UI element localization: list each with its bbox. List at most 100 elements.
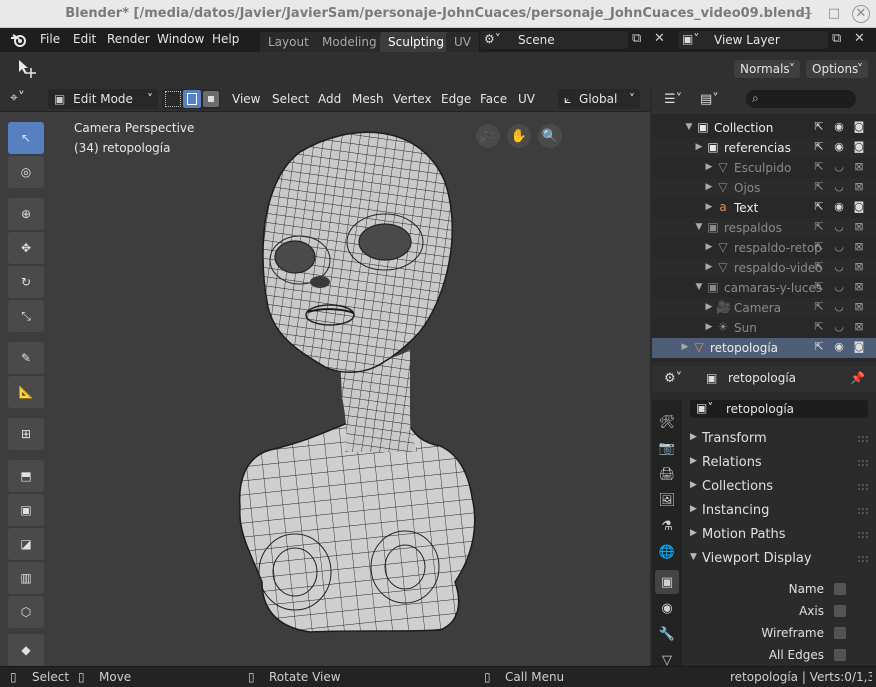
panel-instancing[interactable]: ▶ Instancing (684, 500, 876, 522)
outliner-row[interactable]: ▶ a Text ⇱ ◉ ◙ (652, 198, 876, 218)
transform-tool-icon[interactable]: ✥ (8, 232, 44, 264)
outliner-row[interactable]: ▼ ▣ Collection ⇱ ◉ ◙ (652, 118, 876, 138)
close-icon[interactable]: ✕ (852, 5, 870, 23)
measure-tool-icon[interactable]: 📐 (8, 376, 44, 408)
render-camera-icon[interactable]: ⊠ (852, 260, 866, 274)
menu-view[interactable]: View (232, 92, 260, 106)
select-toggle-icon[interactable]: ⇱ (812, 340, 826, 354)
outliner-row[interactable]: ▶ ▽ respaldo-video ⇱ ◡ ⊠ (652, 258, 876, 278)
visibility-eye-icon[interactable]: ◡ (832, 240, 846, 254)
outliner-row[interactable]: ▶ ▽ Ojos ⇱ ◡ ⊠ (652, 178, 876, 198)
active-tool-icon[interactable] (16, 58, 38, 80)
render-camera-icon[interactable]: ◙ (852, 340, 866, 354)
render-camera-icon[interactable]: ⊠ (852, 220, 866, 234)
expand-icon[interactable]: ▶ (692, 140, 706, 154)
expand-icon[interactable]: ▶ (702, 160, 716, 174)
move-tool-icon[interactable]: ⊕ (8, 198, 44, 230)
select-box-tool-icon[interactable]: ↖ (8, 122, 44, 154)
vertex-select-icon[interactable] (165, 91, 181, 107)
visibility-eye-icon[interactable]: ◉ (832, 200, 846, 214)
expand-icon[interactable]: ▶ (702, 180, 716, 194)
expand-icon[interactable]: ▼ (682, 120, 696, 134)
name-checkbox[interactable] (834, 583, 846, 595)
expand-icon[interactable]: ▶ (678, 340, 692, 354)
outliner-row[interactable]: ▶ ▽ retopología ⇱ ◉ ◙ (652, 338, 876, 358)
render-camera-icon[interactable]: ◙ (852, 120, 866, 134)
expand-icon[interactable]: ▼ (692, 280, 706, 294)
tab-layout[interactable]: Layout (260, 32, 317, 52)
render-camera-icon[interactable]: ⊠ (852, 320, 866, 334)
menu-file[interactable]: File (40, 32, 60, 46)
visibility-eye-icon[interactable]: ◡ (832, 300, 846, 314)
menu-uv[interactable]: UV (518, 92, 535, 106)
expand-icon[interactable]: ▶ (702, 240, 716, 254)
minimize-icon[interactable]: — (798, 6, 814, 22)
new-view-layer-icon[interactable]: ⧉ (832, 31, 841, 46)
cursor-tool-icon[interactable]: ◎ (8, 156, 44, 188)
add-cube-tool-icon[interactable]: ⊞ (8, 418, 44, 450)
axis-checkbox[interactable] (834, 605, 846, 617)
select-toggle-icon[interactable]: ⇱ (812, 300, 826, 314)
panel-viewport-display[interactable]: ▼ Viewport Display (684, 548, 876, 570)
select-toggle-icon[interactable]: ⇱ (812, 320, 826, 334)
mode-dropdown[interactable]: ▣ Edit Mode ˅ (48, 89, 158, 109)
properties-editor-icon[interactable]: ⚙˅ (664, 371, 682, 386)
drag-grip-icon[interactable] (858, 484, 868, 490)
tab-sculpting[interactable]: Sculpting (380, 32, 453, 52)
annotate-tool-icon[interactable]: ✎ (8, 342, 44, 374)
maximize-icon[interactable]: □ (826, 6, 842, 22)
select-toggle-icon[interactable]: ⇱ (812, 160, 826, 174)
select-toggle-icon[interactable]: ⇱ (812, 120, 826, 134)
outliner-row[interactable]: ▶ ▽ Esculpido ⇱ ◡ ⊠ (652, 158, 876, 178)
edge-select-icon[interactable] (183, 90, 201, 108)
tab-render-icon[interactable]: 📷 (655, 436, 679, 460)
tab-modeling[interactable]: Modeling (314, 32, 385, 52)
object-name-field[interactable]: ▣˅ retopología (690, 400, 868, 418)
select-toggle-icon[interactable]: ⇱ (812, 140, 826, 154)
poly-build-tool-icon[interactable]: ◆ (8, 634, 44, 666)
drag-grip-icon[interactable] (858, 532, 868, 538)
tab-uv[interactable]: UV (446, 32, 479, 52)
render-camera-icon[interactable]: ◙ (852, 200, 866, 214)
wireframe-checkbox[interactable] (834, 627, 846, 639)
outliner-row[interactable]: ▶ ▽ respaldo-retop ⇱ ◡ ⊠ (652, 238, 876, 258)
visibility-eye-icon[interactable]: ◉ (832, 140, 846, 154)
tab-world-icon[interactable]: 🌐 (655, 540, 679, 564)
panel-motion-paths[interactable]: ▶ Motion Paths (684, 524, 876, 546)
drag-grip-icon[interactable] (858, 556, 868, 562)
scene-selector[interactable]: ⚙˅ Scene (480, 31, 628, 49)
visibility-eye-icon[interactable]: ◡ (832, 180, 846, 194)
tab-view-layer-icon[interactable]: 🖼 (655, 488, 679, 512)
expand-icon[interactable]: ▼ (692, 220, 706, 234)
tab-tool-icon[interactable]: 🛠 (655, 410, 679, 434)
camera-view-icon[interactable]: 🎥 (476, 124, 500, 148)
panel-transform[interactable]: ▶ Transform (684, 428, 876, 450)
bevel-tool-icon[interactable]: ◪ (8, 528, 44, 560)
knife-tool-icon[interactable]: ⬡ (8, 596, 44, 628)
menu-edit[interactable]: Edit (73, 32, 96, 46)
render-camera-icon[interactable]: ⊠ (852, 280, 866, 294)
rotate-tool-icon[interactable]: ↻ (8, 266, 44, 298)
expand-icon[interactable]: ▶ (702, 260, 716, 274)
tab-object-icon[interactable]: ▣ (655, 570, 679, 594)
options-dropdown[interactable]: Options ˅ (806, 60, 868, 78)
menu-window[interactable]: Window (157, 32, 204, 46)
all-edges-checkbox[interactable] (834, 649, 846, 661)
select-toggle-icon[interactable]: ⇱ (812, 240, 826, 254)
outliner-row[interactable]: ▶ ▣ referencias ⇱ ◉ ◙ (652, 138, 876, 158)
visibility-eye-icon[interactable]: ◡ (832, 220, 846, 234)
editor-type-icon[interactable]: ⌖˅ (10, 90, 25, 106)
outliner-row[interactable]: ▶ 🎥 Camera ⇱ ◡ ⊠ (652, 298, 876, 318)
display-mode-icon[interactable]: ▤˅ (700, 92, 719, 107)
render-camera-icon[interactable]: ⊠ (852, 300, 866, 314)
tab-modifiers-icon[interactable]: 🔧 (655, 622, 679, 646)
select-toggle-icon[interactable]: ⇱ (812, 200, 826, 214)
expand-icon[interactable]: ▶ (702, 300, 716, 314)
remove-view-layer-icon[interactable]: ✕ (854, 31, 865, 46)
drag-grip-icon[interactable] (858, 508, 868, 514)
visibility-eye-icon[interactable]: ◉ (832, 340, 846, 354)
outliner-row[interactable]: ▼ ▣ respaldos ⇱ ◡ ⊠ (652, 218, 876, 238)
face-select-icon[interactable] (203, 91, 219, 107)
new-scene-icon[interactable]: ⧉ (632, 31, 641, 46)
visibility-eye-icon[interactable]: ◡ (832, 260, 846, 274)
